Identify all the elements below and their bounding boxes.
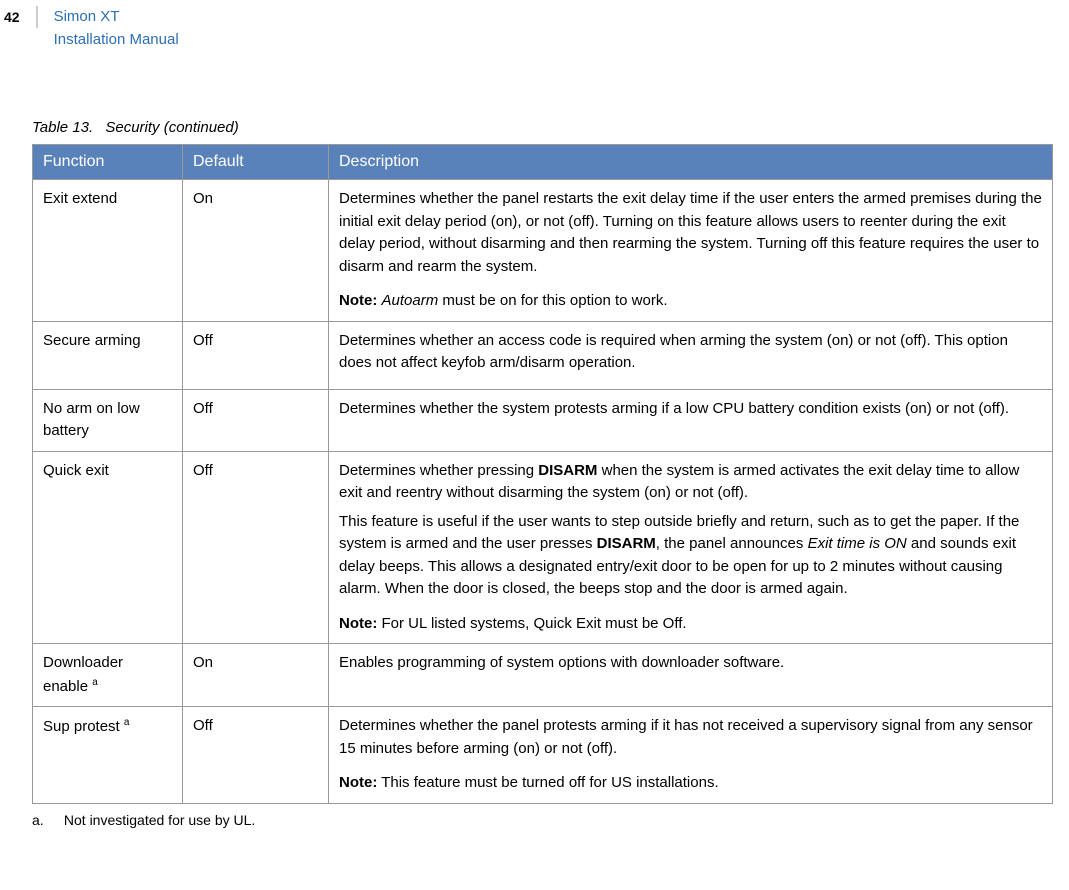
desc-text: Determines whether the system protests a…	[339, 398, 1042, 421]
cell-default: Off	[183, 389, 329, 451]
desc-note: Note: Autoarm must be on for this option…	[339, 290, 1042, 313]
col-header-default: Default	[183, 145, 329, 180]
note-italic: Autoarm	[382, 292, 439, 309]
cell-description: Determines whether the panel protests ar…	[329, 707, 1053, 804]
desc-note: Note: For UL listed systems, Quick Exit …	[339, 613, 1042, 636]
function-text: Sup protest	[43, 718, 124, 735]
function-sup: a	[124, 717, 130, 728]
note-label: Note:	[339, 774, 377, 791]
page-title: Simon XT Installation Manual	[38, 6, 179, 51]
table-row: Secure arming Off Determines whether an …	[33, 321, 1053, 389]
page-title-line2: Installation Manual	[54, 29, 179, 52]
desc-note: Note: This feature must be turned off fo…	[339, 772, 1042, 795]
desc-text: This feature is useful if the user wants…	[339, 511, 1042, 601]
note-label: Note:	[339, 615, 377, 632]
table-caption-number: Table 13.	[32, 119, 93, 136]
desc-bold: DISARM	[597, 535, 656, 552]
note-text: For UL listed systems, Quick Exit must b…	[377, 615, 686, 632]
security-table: Function Default Description Exit extend…	[32, 144, 1053, 804]
table-row: No arm on low battery Off Determines whe…	[33, 389, 1053, 451]
cell-function: Sup protest a	[33, 707, 183, 804]
function-sup: a	[92, 677, 98, 688]
desc-mid: , the panel announces	[656, 535, 808, 552]
note-text: This feature must be turned off for US i…	[377, 774, 718, 791]
cell-default: Off	[183, 707, 329, 804]
cell-description: Enables programming of system options wi…	[329, 644, 1053, 707]
desc-text: Determines whether an access code is req…	[339, 330, 1042, 375]
col-header-function: Function	[33, 145, 183, 180]
cell-description: Determines whether the system protests a…	[329, 389, 1053, 451]
desc-text: Enables programming of system options wi…	[339, 652, 1042, 675]
desc-text: Determines whether the panel restarts th…	[339, 188, 1042, 278]
footnote: a. Not investigated for use by UL.	[32, 812, 1069, 828]
table-row: Quick exit Off Determines whether pressi…	[33, 451, 1053, 644]
desc-text: Determines whether pressing DISARM when …	[339, 460, 1042, 505]
cell-default: On	[183, 180, 329, 322]
cell-function: Quick exit	[33, 451, 183, 644]
cell-default: Off	[183, 451, 329, 644]
footnote-letter: a.	[32, 812, 60, 828]
cell-function: Secure arming	[33, 321, 183, 389]
cell-description: Determines whether the panel restarts th…	[329, 180, 1053, 322]
cell-function: Exit extend	[33, 180, 183, 322]
cell-default: Off	[183, 321, 329, 389]
col-header-description: Description	[329, 145, 1053, 180]
table-caption-text: Security (continued)	[105, 119, 238, 136]
desc-text: Determines whether the panel protests ar…	[339, 715, 1042, 760]
desc-pre: Determines whether pressing	[339, 462, 538, 479]
cell-function: Downloader enable a	[33, 644, 183, 707]
footnote-text: Not investigated for use by UL.	[64, 812, 255, 828]
cell-function: No arm on low battery	[33, 389, 183, 451]
page-header: 42 Simon XT Installation Manual	[0, 0, 1069, 51]
note-label: Note:	[339, 292, 377, 309]
cell-description: Determines whether an access code is req…	[329, 321, 1053, 389]
cell-description: Determines whether pressing DISARM when …	[329, 451, 1053, 644]
function-text: Downloader enable	[43, 654, 123, 695]
desc-italic: Exit time is ON	[808, 535, 907, 552]
desc-bold: DISARM	[538, 462, 597, 479]
table-row: Downloader enable a On Enables programmi…	[33, 644, 1053, 707]
note-post: must be on for this option to work.	[438, 292, 667, 309]
page-number: 42	[0, 6, 38, 28]
table-row: Exit extend On Determines whether the pa…	[33, 180, 1053, 322]
table-caption: Table 13. Security (continued)	[32, 119, 1069, 136]
page-title-line1: Simon XT	[54, 6, 179, 29]
table-row: Sup protest a Off Determines whether the…	[33, 707, 1053, 804]
cell-default: On	[183, 644, 329, 707]
